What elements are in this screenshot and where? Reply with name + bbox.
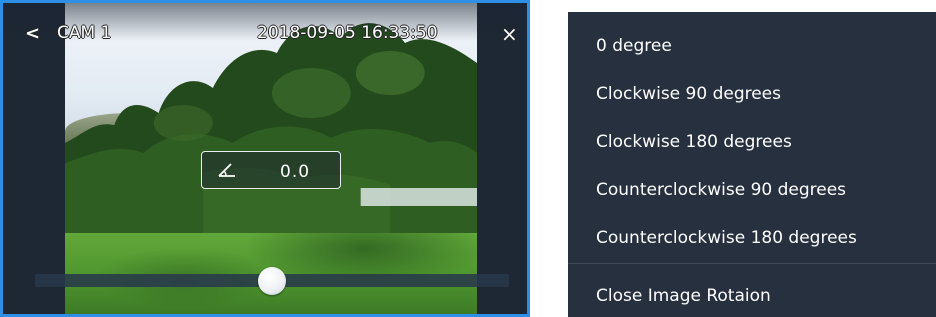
- image-rotation-menu: 0 degree Clockwise 90 degrees Clockwise …: [568, 12, 936, 317]
- camera-timestamp: 2018-09-05 16:33:50: [257, 23, 438, 43]
- rotation-slider-thumb[interactable]: [258, 267, 286, 295]
- menu-item-close-image-rotation[interactable]: Close Image Rotaion: [596, 284, 771, 308]
- menu-item-clockwise-180[interactable]: Clockwise 180 degrees: [596, 130, 792, 154]
- letterbox-left: [3, 3, 65, 314]
- back-button[interactable]: <: [25, 25, 40, 43]
- letterbox-right: [477, 3, 527, 314]
- rotation-value: 0.0: [280, 162, 311, 182]
- menu-item-counterclockwise-180[interactable]: Counterclockwise 180 degrees: [596, 226, 857, 250]
- angle-icon: [218, 163, 235, 177]
- camera-name: CAM 1: [57, 23, 112, 43]
- menu-item-0-degree[interactable]: 0 degree: [596, 34, 672, 58]
- close-button[interactable]: ×: [501, 24, 518, 44]
- menu-item-counterclockwise-90[interactable]: Counterclockwise 90 degrees: [596, 178, 846, 202]
- menu-divider: [568, 263, 936, 264]
- rotation-angle-display: 0.0: [201, 151, 341, 189]
- menu-item-clockwise-90[interactable]: Clockwise 90 degrees: [596, 82, 781, 106]
- camera-tile[interactable]: < CAM 1 2018-09-05 16:33:50 × 0.0: [0, 0, 530, 317]
